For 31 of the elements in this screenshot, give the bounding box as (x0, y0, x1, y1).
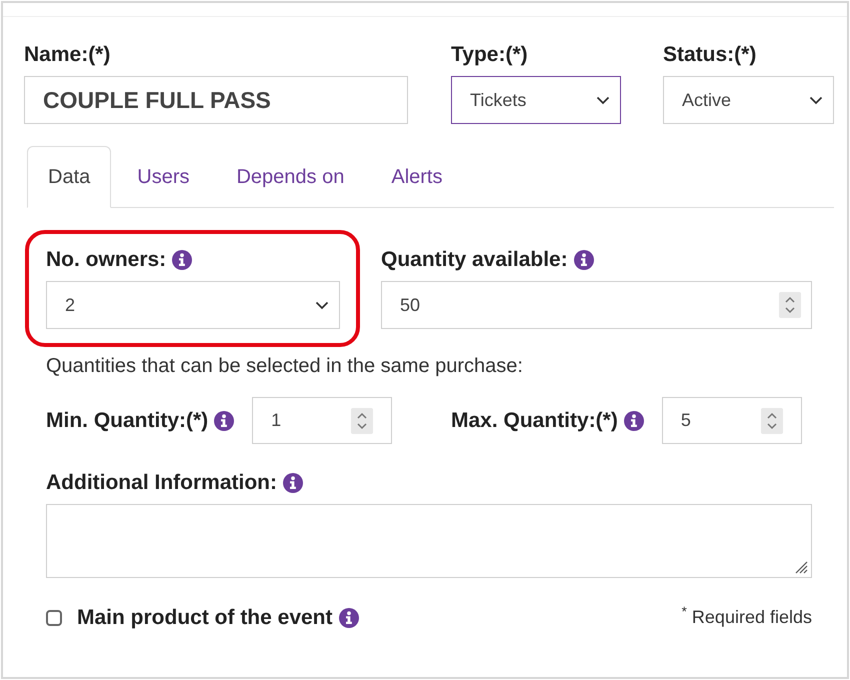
chevron-down-icon (596, 96, 610, 104)
max-quantity-field[interactable]: 5 (662, 397, 802, 444)
spinner-icon (351, 408, 374, 434)
spinner-icon (760, 408, 783, 434)
main-product-label: Main product of the event (77, 606, 333, 630)
min-quantity-label: Min. Quantity:(*) (46, 408, 208, 432)
quantity-available-label: Quantity available: (381, 248, 568, 272)
resize-grip-icon (794, 560, 808, 574)
name-field[interactable]: COUPLE FULL PASS (24, 76, 408, 124)
tab[interactable]: Data (27, 146, 112, 208)
main-product-checkbox[interactable] (46, 610, 62, 626)
name-label: Name:(*) (24, 43, 110, 67)
owners-label: No. owners: (46, 248, 166, 272)
chevron-down-icon (809, 96, 823, 104)
additional-info-field[interactable] (46, 504, 812, 578)
owners-dropdown[interactable]: 2 (46, 281, 340, 329)
additional-info-label: Additional Information: (46, 471, 277, 495)
max-quantity-label: Max. Quantity:(*) (451, 408, 618, 432)
tab[interactable]: Users (116, 146, 210, 208)
status-dropdown[interactable]: Active (663, 76, 834, 124)
required-fields-note: $^{*}$ Required fields (682, 604, 812, 629)
tab[interactable]: Alerts (370, 146, 464, 208)
type-dropdown[interactable]: Tickets (451, 76, 621, 124)
status-label: Status:(*) (663, 43, 756, 67)
purchase-note: Quantities that can be selected in the same purchase: (46, 354, 524, 378)
quantity-available-field[interactable]: 50 (381, 281, 812, 329)
spinner-icon (779, 292, 801, 318)
chevron-down-icon (315, 300, 329, 310)
type-label: Type:(*) (451, 43, 528, 67)
tab[interactable]: Depends on (215, 146, 366, 208)
min-quantity-field[interactable]: 1 (252, 397, 392, 444)
